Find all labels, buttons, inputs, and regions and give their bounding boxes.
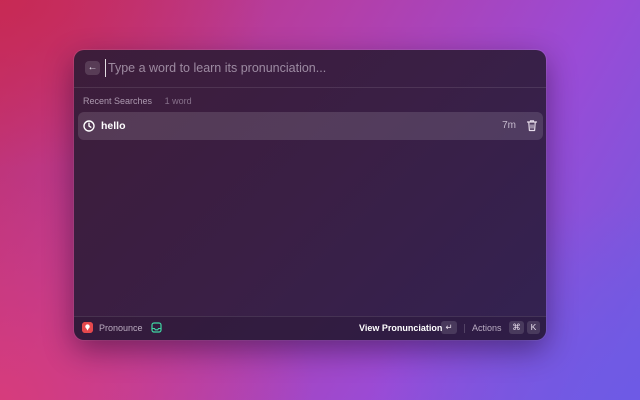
command-key-hint: ⌘	[509, 321, 524, 334]
pronounce-app-icon	[82, 322, 93, 333]
extension-title: Pronounce	[99, 323, 143, 333]
actions-button[interactable]: Actions	[472, 323, 502, 333]
back-button[interactable]: ←	[85, 61, 100, 75]
item-title: hello	[101, 120, 126, 132]
search-input[interactable]	[105, 59, 528, 77]
section-title: Recent Searches	[83, 96, 153, 106]
section-count: 1 word	[164, 96, 192, 106]
trash-icon[interactable]	[526, 119, 538, 132]
k-key-hint: K	[527, 321, 540, 334]
item-time: 7m	[502, 120, 516, 131]
arrow-left-icon: ←	[87, 62, 98, 73]
enter-key-hint: ↵	[441, 321, 457, 334]
launcher-window: ← Recent Searches 1 word hello 7m Pronou…	[74, 50, 546, 340]
search-bar: ←	[74, 50, 546, 88]
view-pronunciation-button[interactable]: View Pronunciation	[359, 323, 442, 333]
action-bar: Pronounce View Pronunciation ↵ Actions ⌘…	[74, 316, 546, 340]
inbox-icon[interactable]	[151, 322, 162, 333]
section-header: Recent Searches 1 word	[83, 96, 192, 106]
list-item-hello[interactable]: hello 7m	[78, 112, 543, 140]
clock-icon	[83, 120, 95, 132]
footer-divider	[464, 324, 465, 333]
